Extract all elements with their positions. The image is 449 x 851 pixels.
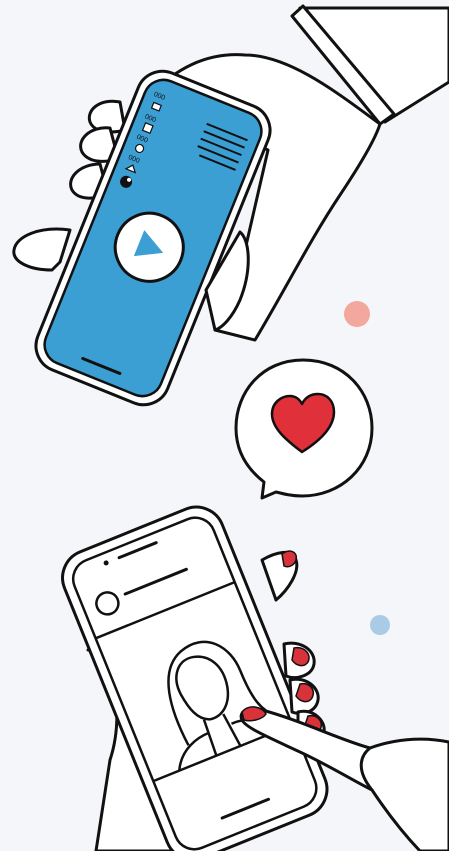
decorative-dot-blue	[370, 615, 390, 635]
illustration-canvas: 000 000 000 000	[0, 0, 449, 851]
heart-speech-bubble	[234, 358, 374, 500]
decorative-dot-pink	[344, 301, 370, 327]
social-media-illustration: 000 000 000 000	[12, 4, 449, 851]
